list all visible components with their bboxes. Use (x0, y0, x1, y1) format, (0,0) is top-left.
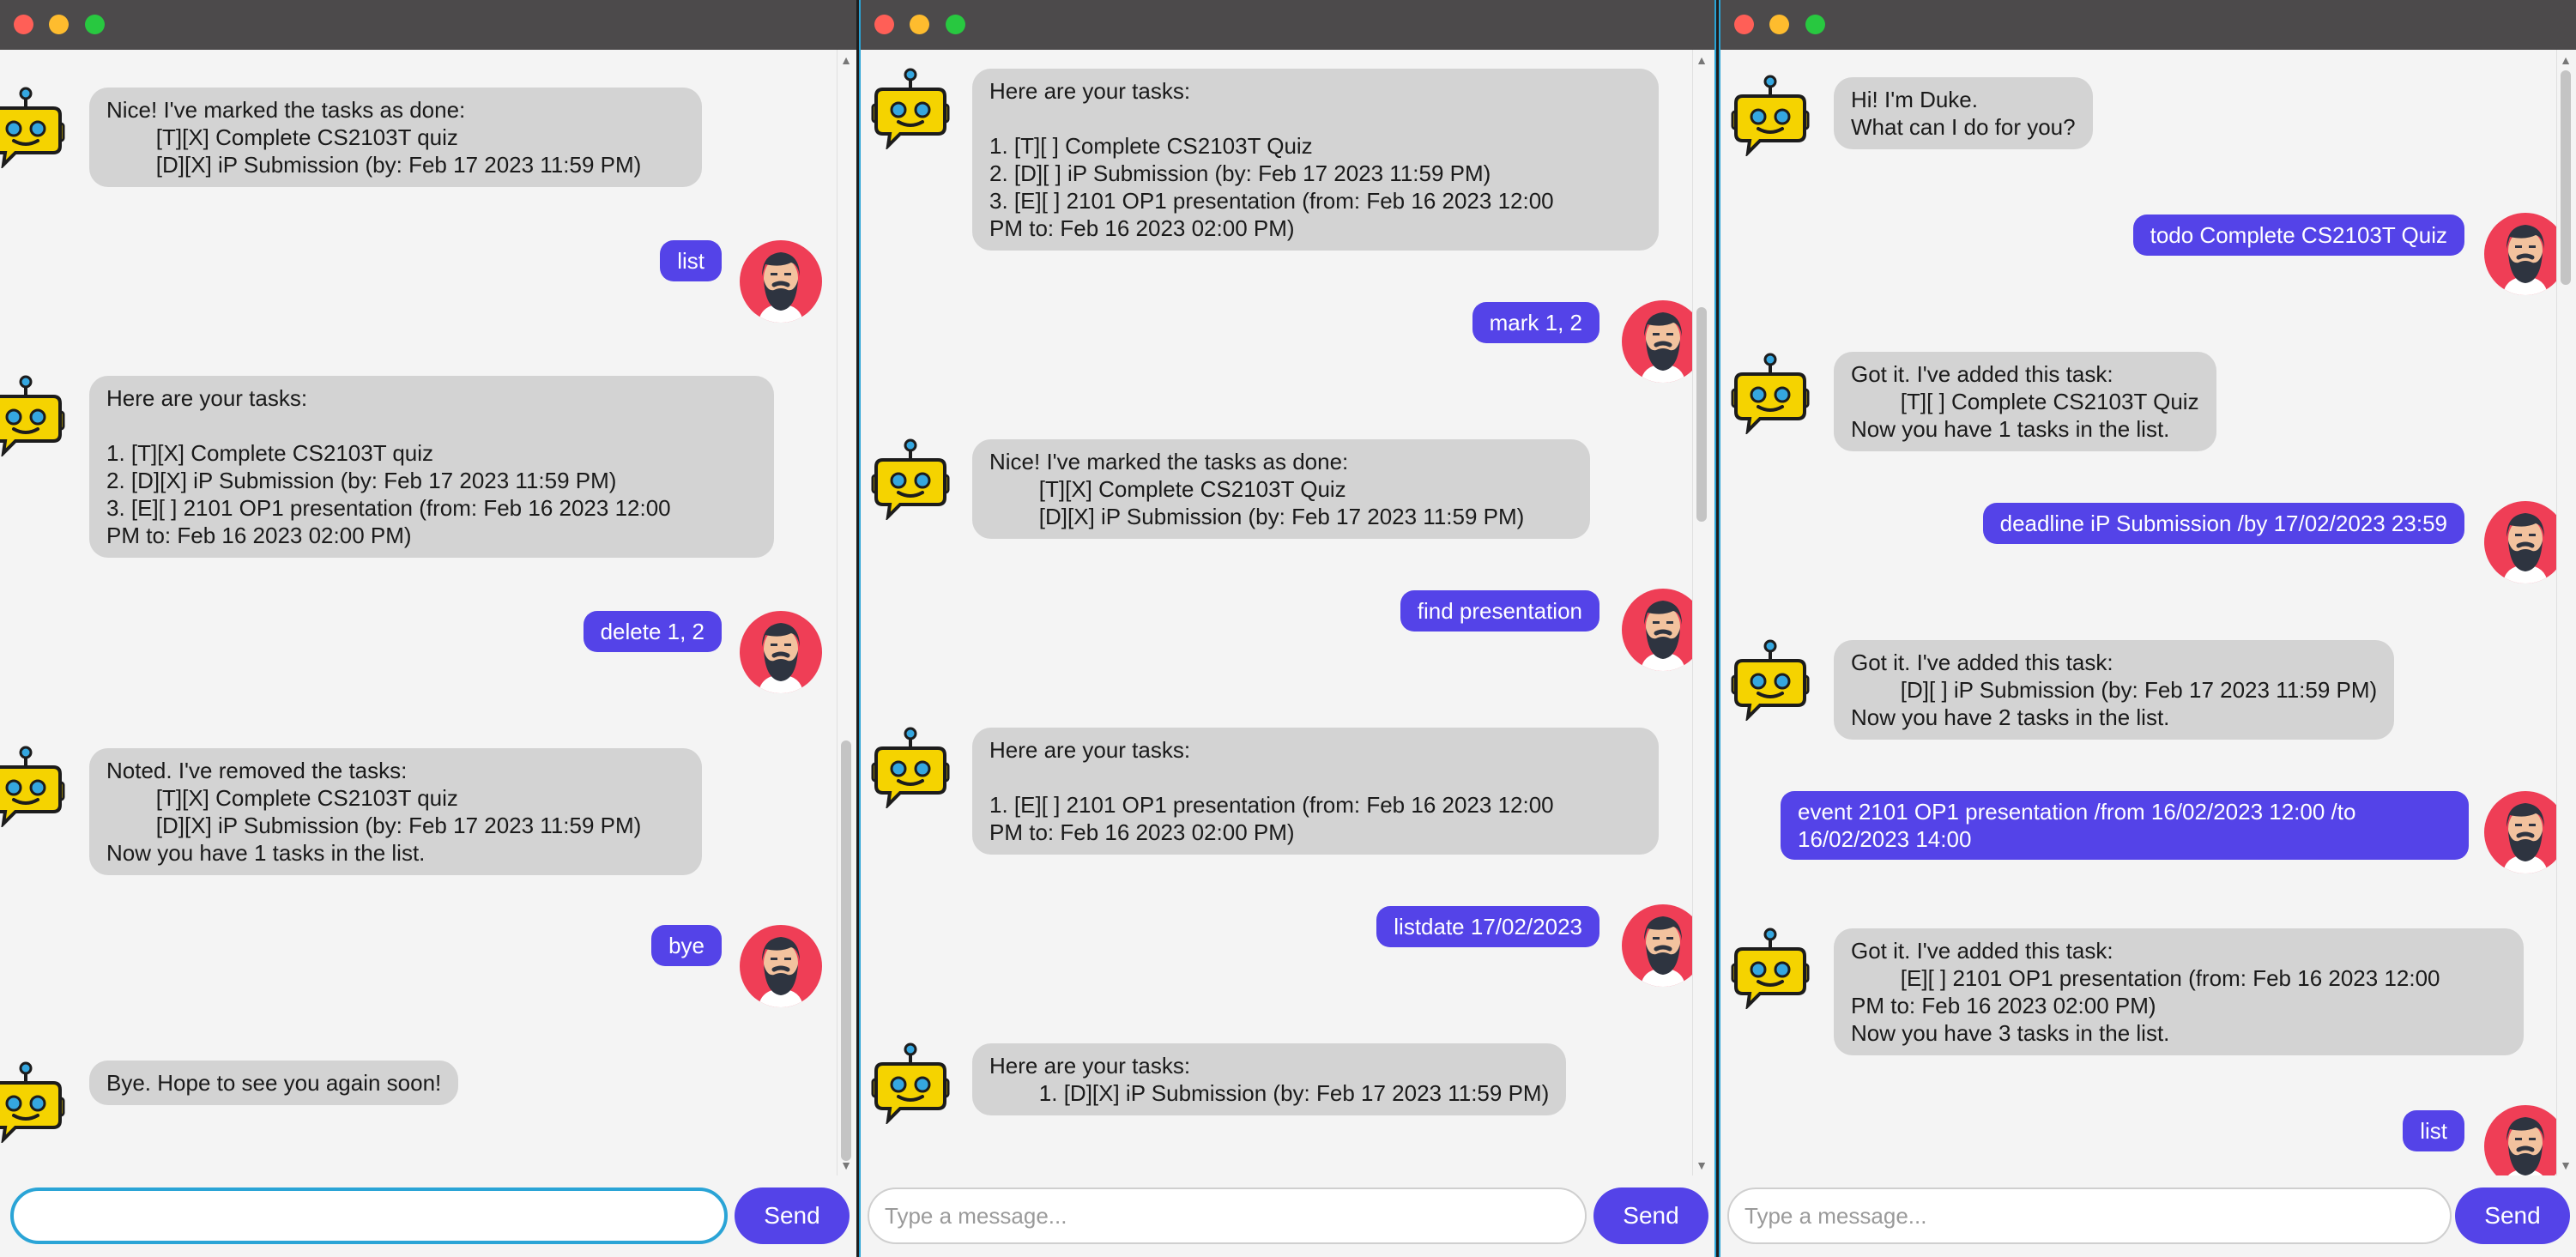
message-input[interactable] (10, 1188, 728, 1244)
user-avatar-icon (2484, 213, 2567, 295)
chat-scroll-pane[interactable]: Here are your tasks: 1. [T][ ] Complete … (861, 50, 1714, 1175)
duke-message-bubble: Got it. I've added this task: [E][ ] 210… (1834, 928, 2524, 1055)
input-bar: Send (1720, 1175, 2576, 1257)
duke-message-bubble: Here are your tasks: 1. [D][X] iP Submis… (972, 1043, 1567, 1115)
scrollbar-thumb[interactable] (2561, 70, 2571, 285)
duke-avatar-icon (0, 745, 67, 827)
message-input[interactable] (868, 1188, 1587, 1244)
send-button[interactable]: Send (735, 1188, 850, 1244)
chat-scroll-pane[interactable]: Nice! I've marked the tasks as done: [T]… (0, 50, 857, 1175)
duke-message-bubble: Got it. I've added this task: [T][ ] Com… (1834, 352, 2216, 451)
user-message-bubble: mark 1, 2 (1472, 302, 1599, 343)
chat-scrollbar[interactable]: ▲ ▼ (837, 50, 855, 1175)
user-avatar-icon (2484, 1105, 2567, 1175)
duke-avatar-icon (869, 67, 952, 149)
zoom-window-button[interactable] (946, 15, 965, 34)
user-message-bubble: list (660, 240, 722, 281)
user-message-bubble: bye (651, 925, 722, 966)
input-bar: Send (861, 1175, 1714, 1257)
user-message-bubble: listdate 17/02/2023 (1376, 906, 1599, 947)
duke-message-bubble: Noted. I've removed the tasks: [T][X] Co… (89, 748, 702, 875)
input-bar: Send (0, 1175, 857, 1257)
duke-avatar-icon (869, 438, 952, 520)
send-button[interactable]: Send (2455, 1188, 2570, 1244)
duke-message-bubble: Hi! I'm Duke. What can I do for you? (1834, 77, 2093, 149)
title-bar (861, 0, 1714, 50)
duke-message-bubble: Nice! I've marked the tasks as done: [T]… (972, 439, 1590, 539)
chat-window-1: Nice! I've marked the tasks as done: [T]… (0, 0, 857, 1257)
duke-avatar-icon (869, 726, 952, 808)
chat-scrollbar[interactable]: ▲ ▼ (2556, 50, 2574, 1175)
duke-avatar-icon (1729, 638, 1811, 721)
scroll-up-arrow-icon[interactable]: ▲ (1695, 53, 1708, 67)
scrollbar-thumb[interactable] (841, 740, 851, 1161)
close-window-button[interactable] (1734, 15, 1754, 34)
duke-avatar-icon (1729, 927, 1811, 1009)
title-bar (0, 0, 857, 50)
zoom-window-button[interactable] (85, 15, 105, 34)
duke-message-bubble: Here are your tasks: 1. [T][X] Complete … (89, 376, 774, 558)
duke-avatar-icon (869, 1042, 952, 1124)
user-message-bubble: todo Complete CS2103T Quiz (2132, 215, 2464, 256)
user-message-bubble: deadline iP Submission /by 17/02/2023 23… (1982, 503, 2464, 544)
scroll-down-arrow-icon[interactable]: ▼ (839, 1158, 853, 1172)
user-avatar-icon (740, 611, 822, 693)
chat-window-3: Hi! I'm Duke. What can I do for you? tod… (1719, 0, 2576, 1257)
duke-message-bubble: Bye. Hope to see you again soon! (89, 1061, 459, 1105)
user-message-bubble: event 2101 OP1 presentation /from 16/02/… (1781, 791, 2469, 860)
zoom-window-button[interactable] (1805, 15, 1825, 34)
user-message-bubble: find presentation (1400, 590, 1599, 632)
duke-avatar-icon (1729, 74, 1811, 156)
user-avatar-icon (2484, 501, 2567, 583)
user-message-bubble: delete 1, 2 (583, 611, 722, 652)
duke-avatar-icon (0, 86, 67, 168)
minimize-window-button[interactable] (910, 15, 929, 34)
user-avatar-icon (2484, 791, 2567, 873)
duke-message-bubble: Here are your tasks: 1. [E][ ] 2101 OP1 … (972, 728, 1659, 855)
send-button[interactable]: Send (1593, 1188, 1708, 1244)
user-message-bubble: list (2403, 1110, 2464, 1151)
user-avatar-icon (740, 240, 822, 323)
title-bar (1720, 0, 2576, 50)
user-avatar-icon (740, 925, 822, 1007)
close-window-button[interactable] (874, 15, 894, 34)
minimize-window-button[interactable] (49, 15, 69, 34)
scroll-up-arrow-icon[interactable]: ▲ (2559, 53, 2573, 67)
scroll-down-arrow-icon[interactable]: ▼ (2559, 1158, 2573, 1172)
chat-window-2: Here are your tasks: 1. [T][ ] Complete … (859, 0, 1716, 1257)
scroll-down-arrow-icon[interactable]: ▼ (1695, 1158, 1708, 1172)
minimize-window-button[interactable] (1769, 15, 1789, 34)
chat-scroll-pane[interactable]: Hi! I'm Duke. What can I do for you? tod… (1720, 50, 2576, 1175)
duke-message-bubble: Got it. I've added this task: [D][ ] iP … (1834, 640, 2395, 740)
scrollbar-thumb[interactable] (1696, 307, 1707, 522)
duke-avatar-icon (0, 374, 67, 456)
duke-message-bubble: Here are your tasks: 1. [T][ ] Complete … (972, 69, 1659, 251)
scroll-up-arrow-icon[interactable]: ▲ (839, 53, 853, 67)
message-input[interactable] (1727, 1188, 2452, 1244)
chat-scrollbar[interactable]: ▲ ▼ (1692, 50, 1710, 1175)
duke-message-bubble: Nice! I've marked the tasks as done: [T]… (89, 88, 702, 187)
close-window-button[interactable] (14, 15, 33, 34)
duke-avatar-icon (1729, 352, 1811, 434)
duke-avatar-icon (0, 1061, 67, 1143)
